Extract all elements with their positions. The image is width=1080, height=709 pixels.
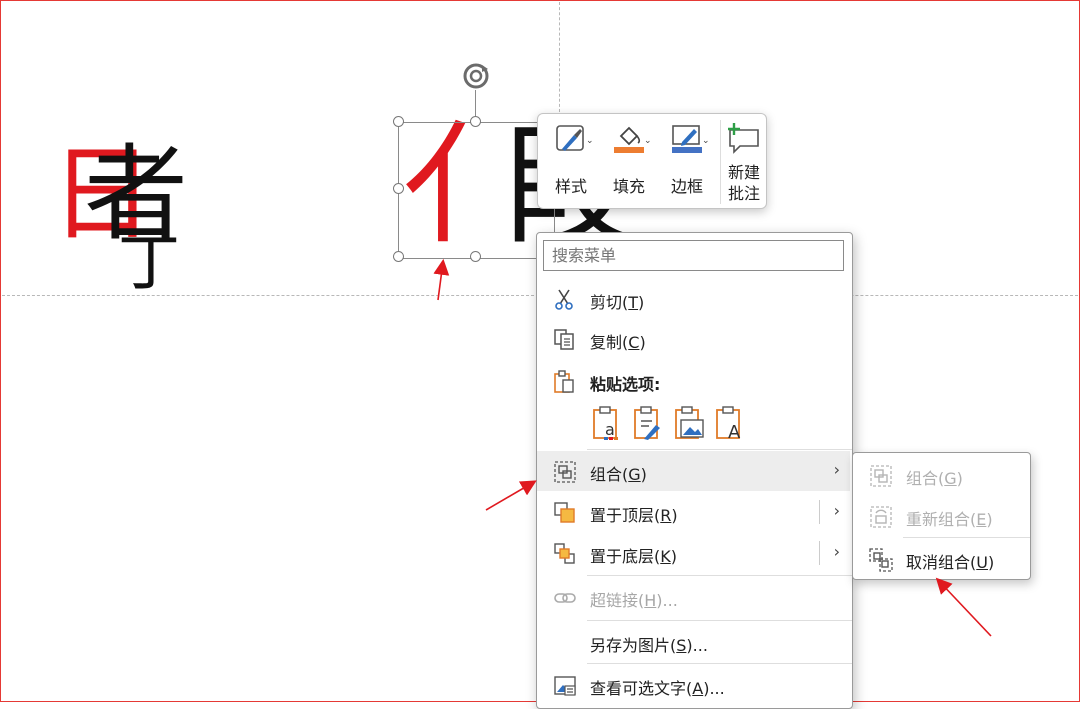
group-icon [554, 461, 576, 483]
alt-text-icon [554, 676, 576, 696]
context-menu: 剪切(T) 复制(C) 粘贴选项: a [536, 232, 853, 709]
cut-label: 剪切(T) [590, 293, 645, 312]
new-comment-label: 新建 批注 [727, 163, 760, 203]
paste-as-picture-icon[interactable] [673, 405, 707, 441]
menu-item-send-to-back[interactable]: 置于底层(K) › [537, 533, 850, 573]
paste-text-only-icon[interactable]: A [714, 405, 748, 441]
link-icon [554, 593, 576, 603]
style-button[interactable]: ⌄ 样式 [542, 118, 600, 204]
menu-item-save-as-picture[interactable]: 另存为图片(S)... [537, 622, 850, 662]
character-fragment[interactable]: 丁 [118, 232, 180, 294]
menu-item-cut[interactable]: 剪切(T) [537, 279, 850, 319]
resize-handle-w[interactable] [393, 183, 404, 194]
svg-text:a: a [605, 420, 615, 439]
mini-toolbar: ⌄ 样式 ⌄ 填充 ⌄ 边框 新建 批注 [537, 113, 767, 209]
search-menu-input[interactable] [543, 240, 844, 271]
bring-to-front-icon [554, 502, 575, 523]
border-label: 边框 [670, 177, 703, 196]
menu-item-hyperlink: 超链接(H)... [537, 577, 850, 617]
chevron-right-icon[interactable]: › [834, 501, 840, 520]
chevron-right-icon[interactable]: › [834, 542, 840, 561]
vertical-guide [559, 2, 560, 112]
copy-label: 复制(C) [590, 333, 646, 352]
paste-keep-source-icon[interactable]: a [591, 405, 625, 441]
regroup-icon [870, 506, 892, 528]
menu-divider [587, 449, 852, 450]
style-label: 样式 [554, 177, 587, 196]
char-frag-text: 丁 [118, 226, 181, 299]
resize-handle-nw[interactable] [393, 116, 404, 127]
menu-divider [587, 620, 852, 621]
copy-icon [554, 329, 574, 350]
resize-handle-s[interactable] [470, 251, 481, 262]
menu-item-copy[interactable]: 复制(C) [537, 319, 850, 359]
menu-item-paste-options: 粘贴选项: [537, 361, 850, 401]
menu-item-view-alt-text[interactable]: 查看可选文字(A)... [537, 665, 850, 705]
menu-divider [587, 663, 852, 664]
group-submenu: 组合(G) 重新组合(E) 取消组合(U) [852, 452, 1031, 580]
ungroup-icon [869, 548, 893, 572]
view-alt-text-label: 查看可选文字(A)... [590, 679, 725, 698]
hyperlink-label: 超链接(H)... [590, 591, 678, 610]
toolbar-divider [720, 120, 721, 204]
pen-border-icon [672, 125, 702, 153]
rotate-handle-icon[interactable] [460, 60, 492, 92]
chevron-down-icon: ⌄ [644, 136, 652, 146]
style-brush-icon [556, 125, 584, 151]
menu-item-group[interactable]: 组合(G) › [537, 451, 850, 491]
save-as-picture-label: 另存为图片(S)... [590, 636, 708, 655]
chevron-right-icon: › [833, 460, 840, 479]
new-comment-icon [728, 123, 759, 154]
submenu-item-group: 组合(G) [853, 455, 1028, 495]
resize-handle-sw[interactable] [393, 251, 404, 262]
paint-bucket-icon [614, 126, 644, 153]
submenu-item-ungroup[interactable]: 取消组合(U) [853, 539, 1028, 579]
submenu-ungroup-label: 取消组合(U) [906, 553, 995, 572]
send-to-back-label: 置于底层(K) [590, 547, 678, 566]
split-divider [819, 541, 820, 565]
submenu-regroup-label: 重新组合(E) [906, 510, 993, 529]
menu-item-bring-to-front[interactable]: 置于顶层(R) › [537, 492, 850, 532]
paste-use-destination-theme-icon[interactable] [632, 405, 666, 441]
selection-box[interactable] [398, 122, 555, 259]
fill-label: 填充 [612, 177, 645, 196]
fill-button[interactable]: ⌄ 填充 [600, 118, 658, 204]
new-comment-button[interactable]: 新建 批注 [722, 118, 766, 204]
group-icon [870, 465, 892, 487]
menu-divider [587, 575, 852, 576]
submenu-item-regroup: 重新组合(E) [853, 496, 1028, 536]
border-button[interactable]: ⌄ 边框 [658, 118, 716, 204]
paste-options-label: 粘贴选项: [590, 375, 661, 394]
submenu-group-label: 组合(G) [906, 469, 963, 488]
split-divider [819, 500, 820, 524]
svg-text:A: A [728, 422, 741, 441]
clipboard-icon [554, 370, 574, 393]
scissors-icon [555, 289, 573, 310]
bring-to-front-label: 置于顶层(R) [590, 506, 678, 525]
submenu-divider [903, 537, 1030, 538]
send-to-back-icon [554, 543, 575, 564]
chevron-down-icon: ⌄ [586, 136, 594, 146]
resize-handle-n[interactable] [470, 116, 481, 127]
chevron-down-icon: ⌄ [702, 136, 710, 146]
group-label: 组合(G) [590, 465, 647, 484]
